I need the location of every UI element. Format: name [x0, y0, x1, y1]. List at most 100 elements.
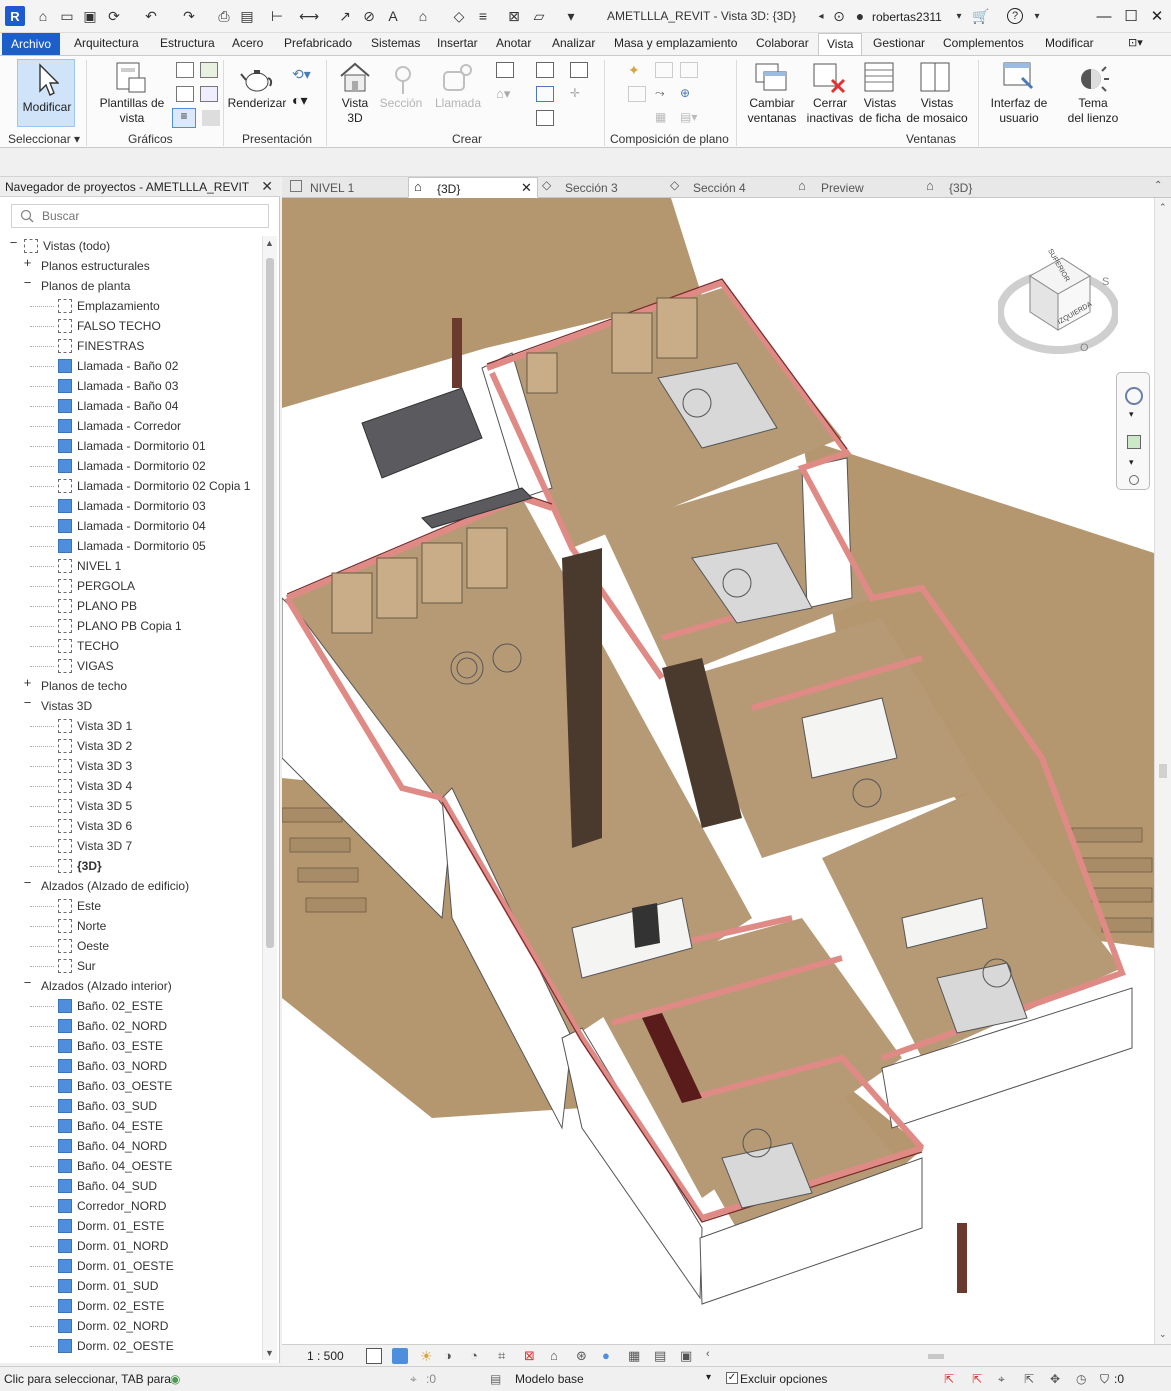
- binoculars-icon[interactable]: ⊙: [830, 7, 848, 25]
- close-hidden-icon[interactable]: ⊠: [505, 7, 523, 25]
- user-name[interactable]: robertas2311: [872, 10, 942, 24]
- tab-colaborar[interactable]: Colaborar: [754, 36, 811, 50]
- tree-item[interactable]: Vista 3D 2: [0, 736, 262, 756]
- view-tab-nivel1[interactable]: NIVEL 1: [284, 177, 408, 198]
- scroll-up-icon[interactable]: ▲: [265, 238, 274, 248]
- view-tab-3d-2[interactable]: ⌂ {3D}: [924, 177, 1052, 198]
- revisions-icon[interactable]: [680, 62, 698, 78]
- search-input[interactable]: [42, 209, 262, 223]
- show-hidden-icon[interactable]: [200, 86, 218, 102]
- tree-item[interactable]: − Alzados (Alzado interior): [0, 976, 262, 996]
- exclude-options-checkbox[interactable]: ✓: [726, 1372, 738, 1384]
- tree-item[interactable]: Baño. 04_NORD: [0, 1136, 262, 1156]
- tile-views-button[interactable]: Vistas de mosaico: [904, 96, 970, 126]
- view-tab-seccion3[interactable]: ◇ Sección 3: [540, 177, 668, 198]
- tree-item[interactable]: TECHO: [0, 636, 262, 656]
- text-icon[interactable]: A: [384, 7, 402, 25]
- view-tab-3d[interactable]: ⌂ {3D} ✕: [408, 177, 538, 198]
- tree-item[interactable]: Dorm. 01_OESTE: [0, 1256, 262, 1276]
- tree-item[interactable]: FINESTRAS: [0, 336, 262, 356]
- nav-dropdown-icon[interactable]: ▾: [1129, 409, 1134, 420]
- open-icon[interactable]: ▭: [58, 7, 76, 25]
- tree-item[interactable]: Dorm. 02_ESTE: [0, 1296, 262, 1316]
- user-interface-button[interactable]: Interfaz de usuario: [986, 96, 1052, 126]
- tree-item[interactable]: Baño. 03_OESTE: [0, 1076, 262, 1096]
- filters-icon[interactable]: [200, 62, 218, 78]
- tree-item[interactable]: Dorm. 02_NORD: [0, 1316, 262, 1336]
- tree-item[interactable]: Dorm. 01_NORD: [0, 1236, 262, 1256]
- select-underlay-icon[interactable]: ⇱: [972, 1372, 982, 1386]
- redo-icon[interactable]: ↷: [180, 7, 198, 25]
- tree-item[interactable]: Baño. 02_ESTE: [0, 996, 262, 1016]
- expand-icon[interactable]: +: [22, 676, 33, 689]
- canvas-vertical-scrollbar[interactable]: ⌃ ⌄: [1154, 198, 1171, 1344]
- sheet-icon[interactable]: ▤: [238, 7, 256, 25]
- tree-item[interactable]: Vista 3D 5: [0, 796, 262, 816]
- viewbar-more-icon[interactable]: ‹: [706, 1348, 722, 1364]
- tree-item[interactable]: − Vistas (todo): [0, 236, 262, 256]
- tree-item[interactable]: PLANO PB Copia 1: [0, 616, 262, 636]
- visual-style-icon[interactable]: [392, 1348, 408, 1364]
- home-icon[interactable]: ⌂: [34, 7, 52, 25]
- scroll-up-icon[interactable]: ⌃: [1159, 202, 1167, 213]
- tree-item[interactable]: + Planos de techo: [0, 676, 262, 696]
- tree-item[interactable]: FALSO TECHO: [0, 316, 262, 336]
- cart-icon[interactable]: 🛒: [972, 7, 990, 25]
- tab-arquitectura[interactable]: Arquitectura: [72, 36, 141, 50]
- sun-path-icon[interactable]: ☀: [420, 1348, 436, 1364]
- tree-item[interactable]: {3D}: [0, 856, 262, 876]
- dimension-icon[interactable]: ↗: [336, 7, 354, 25]
- tree-item[interactable]: Oeste: [0, 936, 262, 956]
- tree-item[interactable]: Sur: [0, 956, 262, 976]
- tab-close-icon[interactable]: ✕: [521, 180, 532, 196]
- scroll-down-icon[interactable]: ⌄: [1159, 1329, 1167, 1340]
- collapse-icon[interactable]: −: [22, 876, 33, 889]
- tab-acero[interactable]: Acero: [230, 36, 265, 50]
- tree-item[interactable]: VIGAS: [0, 656, 262, 676]
- vscroll-thumb[interactable]: [1159, 764, 1167, 778]
- tree-item[interactable]: NIVEL 1: [0, 556, 262, 576]
- elevation-icon[interactable]: ⌂▾: [496, 86, 514, 102]
- thin-lines-icon[interactable]: ≡: [474, 7, 492, 25]
- search-arrow-icon[interactable]: ◂: [812, 7, 830, 25]
- viewcube[interactable]: SUPERIOR IZQUIERDA S O: [996, 248, 1120, 360]
- revit-logo-icon[interactable]: R: [5, 6, 25, 26]
- show-crop-icon[interactable]: ⊠: [524, 1348, 540, 1364]
- switch-windows-icon[interactable]: ▱: [530, 7, 548, 25]
- canvas-theme-button[interactable]: Tema del lienzo: [1064, 96, 1122, 126]
- tree-item[interactable]: Baño. 04_SUD: [0, 1176, 262, 1196]
- tab-analizar[interactable]: Analizar: [550, 36, 597, 50]
- section-icon[interactable]: ◇: [450, 7, 468, 25]
- close-icon[interactable]: ✕: [1146, 6, 1168, 26]
- drag-elements-icon[interactable]: ✥: [1050, 1372, 1060, 1386]
- tree-item[interactable]: + Planos estructurales: [0, 256, 262, 276]
- tree-item[interactable]: Emplazamiento: [0, 296, 262, 316]
- unlock-view-icon[interactable]: ⌂: [550, 1348, 566, 1364]
- tree-item[interactable]: Dorm. 01_ESTE: [0, 1216, 262, 1236]
- save-icon[interactable]: ▣: [81, 7, 99, 25]
- measure-icon[interactable]: ⟷: [299, 7, 319, 25]
- tab-vista[interactable]: Vista: [818, 33, 863, 56]
- tabs-overflow-icon[interactable]: ⌃: [1154, 180, 1162, 191]
- visibility-icon[interactable]: [176, 62, 194, 78]
- user-dropdown-icon[interactable]: ▾: [950, 7, 968, 25]
- user-icon[interactable]: ●: [851, 7, 869, 25]
- browser-search[interactable]: [11, 204, 269, 228]
- tab-archivo[interactable]: Archivo: [2, 33, 60, 55]
- close-inactive-button[interactable]: Cerrar inactivas: [802, 96, 858, 126]
- scope-box-icon[interactable]: ✛: [570, 86, 588, 102]
- temp-hide-icon[interactable]: ⊛: [576, 1348, 592, 1364]
- tree-item[interactable]: − Alzados (Alzado de edificio): [0, 876, 262, 896]
- tag-icon[interactable]: ⊘: [360, 7, 378, 25]
- render-gallery-icon[interactable]: ◐▾: [292, 92, 310, 108]
- collapse-icon[interactable]: −: [22, 276, 33, 289]
- design-option-select[interactable]: Modelo base: [515, 1372, 584, 1386]
- switch-windows-button[interactable]: Cambiar ventanas: [744, 96, 800, 126]
- tree-item[interactable]: Baño. 03_SUD: [0, 1096, 262, 1116]
- undo-icon[interactable]: ↶: [142, 7, 160, 25]
- model-dropdown-icon[interactable]: ▾: [706, 1372, 711, 1383]
- tab-modificar[interactable]: Modificar: [1043, 36, 1096, 50]
- plan-views-icon[interactable]: [496, 62, 514, 78]
- tab-estructura[interactable]: Estructura: [158, 36, 217, 50]
- design-options-icon[interactable]: ▤: [490, 1372, 501, 1386]
